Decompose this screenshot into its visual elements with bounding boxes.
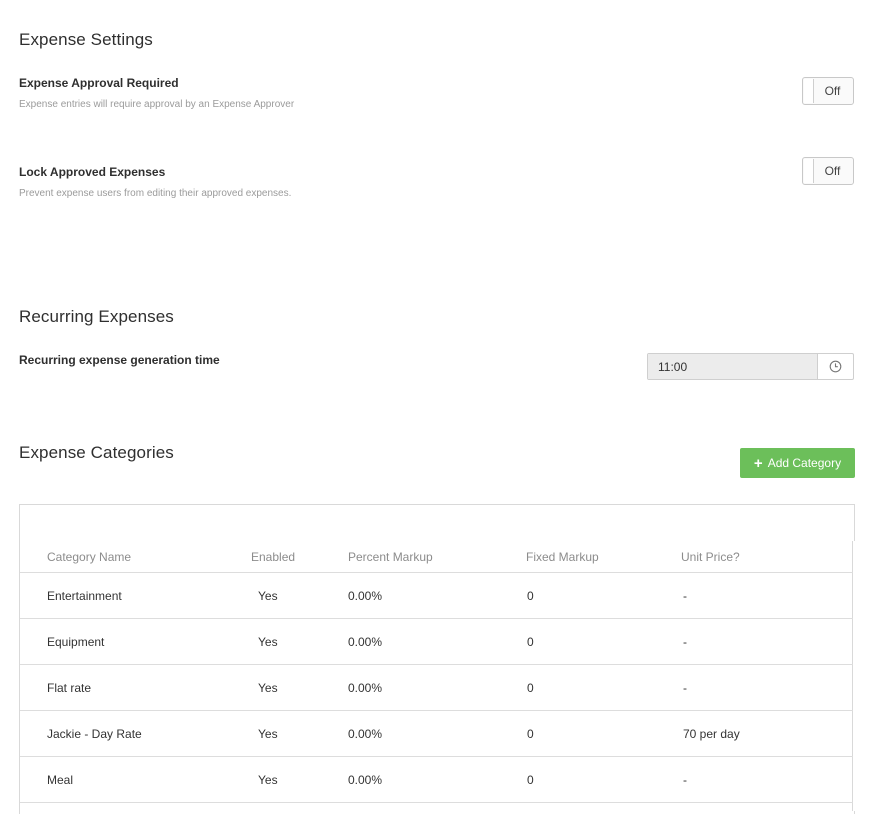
cell-category-name: Jackie - Day Rate [47,727,142,741]
lock-approved-description: Prevent expense users from editing their… [19,188,292,199]
lock-approved-label: Lock Approved Expenses [19,165,166,179]
column-header-category-name[interactable]: Category Name [47,550,131,564]
cell-fixed-markup: 0 [527,681,534,695]
cell-enabled: Yes [258,773,278,787]
approval-required-toggle[interactable]: Off [802,77,854,105]
clock-icon[interactable] [818,354,853,379]
cell-enabled: Yes [258,635,278,649]
add-category-button[interactable]: + Add Category [740,448,855,478]
add-category-label: Add Category [767,456,842,470]
cell-unit-price: - [683,635,687,649]
column-header-percent-markup[interactable]: Percent Markup [348,550,433,564]
expense-categories-title: Expense Categories [19,443,174,462]
cell-category-name: Equipment [47,635,105,649]
cell-fixed-markup: 0 [527,635,534,649]
cell-percent-markup: 0.00% [348,773,383,787]
cell-fixed-markup: 0 [527,589,534,603]
approval-required-label: Expense Approval Required [19,76,179,90]
cell-category-name: Flat rate [47,681,92,695]
expense-settings-title: Expense Settings [19,30,153,49]
recurring-expenses-title: Recurring Expenses [19,307,174,326]
recurring-time-input[interactable]: 11:00 [647,353,854,380]
column-header-unit-price[interactable]: Unit Price? [681,550,740,564]
cell-percent-markup: 0.00% [348,727,383,741]
cell-enabled: Yes [258,727,278,741]
plus-icon: + [753,454,763,472]
cell-unit-price: 70 per day [683,727,740,741]
cell-percent-markup: 0.00% [348,681,383,695]
column-header-fixed-markup[interactable]: Fixed Markup [526,550,599,564]
cell-enabled: Yes [258,589,278,603]
cell-percent-markup: 0.00% [348,635,383,649]
cell-enabled: Yes [258,681,278,695]
recurring-time-label: Recurring expense generation time [19,353,220,367]
lock-approved-toggle[interactable]: Off [802,157,854,185]
cell-category-name: Entertainment [47,589,122,603]
cell-category-name: Meal [47,773,74,787]
cell-unit-price: - [683,589,687,603]
column-header-enabled[interactable]: Enabled [251,550,295,564]
table-row[interactable] [20,619,853,664]
toggle-state-label: Off [824,164,841,178]
table-row[interactable] [20,665,853,710]
table-edge-mask [853,541,856,811]
approval-required-description: Expense entries will require approval by… [19,99,295,110]
recurring-time-value[interactable]: 11:00 [648,354,818,379]
cell-fixed-markup: 0 [527,773,534,787]
cell-percent-markup: 0.00% [348,589,383,603]
table-row[interactable] [20,757,853,802]
table-row[interactable] [20,573,853,618]
toggle-knob [804,159,814,183]
toggle-knob [804,79,814,103]
cell-unit-price: - [683,773,687,787]
cell-unit-price: - [683,681,687,695]
toggle-state-label: Off [824,84,841,98]
cell-fixed-markup: 0 [527,727,534,741]
row-divider [20,802,853,803]
